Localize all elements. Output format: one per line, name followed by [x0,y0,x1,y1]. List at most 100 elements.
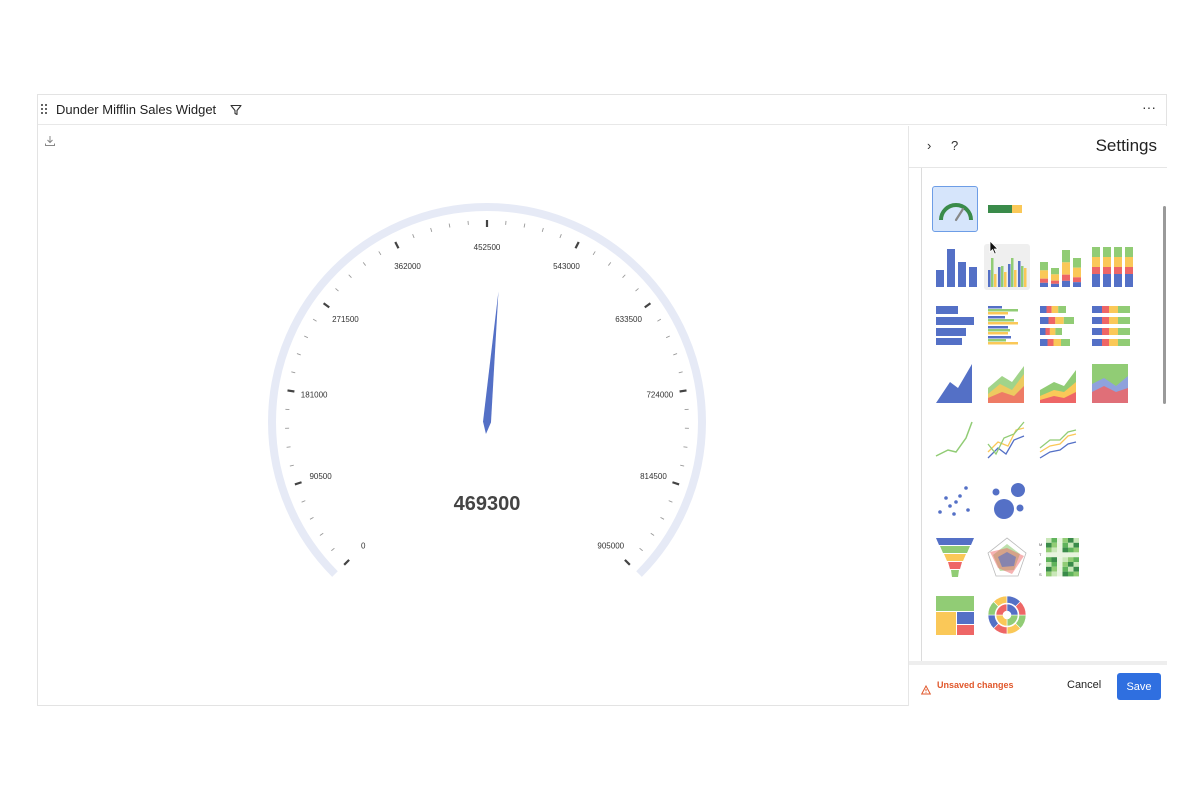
chart-type-scatter-icon[interactable] [932,476,978,522]
chart-type-heatmap-icon[interactable]: MTFS [1036,534,1082,580]
chart-type-treemap-icon[interactable] [932,592,978,638]
gauge-minor-tick [678,371,683,374]
gauge-minor-tick [378,251,382,256]
settings-header: › ? Settings [909,126,1167,168]
gauge-major-tick [679,389,687,393]
chart-type-overlapping-area-icon[interactable] [984,360,1030,406]
gauge-tick-label: 543000 [553,262,580,271]
unsaved-changes-label: Unsaved changes [937,680,1014,690]
gauge-minor-tick [312,318,317,322]
chart-type-stacked-area-100-icon[interactable] [1088,360,1134,406]
chart-type-multi-line-icon[interactable] [984,418,1030,464]
gauge-minor-tick [657,318,662,322]
gauge-minor-tick [683,446,688,448]
gauge-minor-tick [680,464,685,467]
chart-type-stacked-bar-icon[interactable] [1036,302,1082,348]
filter-icon[interactable] [230,103,242,121]
more-options-icon[interactable]: ··· [1142,100,1156,114]
svg-text:S: S [1039,572,1042,577]
gauge-major-tick [343,559,350,566]
widget-title: Dunder Mifflin Sales Widget [56,102,217,117]
gauge-chart: 0 90500 181000 271500 362000 452500 543000 6335… [38,126,908,706]
chart-type-picker: MTFS [921,168,1157,662]
gauge-major-tick [574,241,580,249]
gauge-minor-tick [523,223,526,228]
settings-title: Settings [1095,136,1157,155]
mouse-cursor-icon [989,240,999,260]
drag-handle-icon[interactable] [41,104,47,114]
gauge-minor-tick [286,446,291,448]
chart-type-bubble-icon[interactable] [984,476,1030,522]
gauge-major-tick [672,481,680,486]
gauge-major-tick [322,302,330,309]
chart-type-stacked-bar-100-icon[interactable] [1088,302,1134,348]
gauge-minor-tick [348,274,352,278]
gauge-major-tick [624,559,631,566]
gauge-minor-tick [622,274,626,278]
gauge-tick-label: 452500 [474,243,501,252]
gauge-svg: 0 90500 181000 271500 362000 452500 543000 6335… [268,203,706,577]
settings-footer: Unsaved changes Cancel Save [909,661,1167,706]
chart-type-column-icon[interactable] [932,244,978,290]
chart-type-tile-partial[interactable] [932,168,1042,172]
gauge-tick-label: 181000 [301,391,328,400]
chart-type-stacked-area-icon[interactable] [1036,360,1082,406]
gauge-minor-tick [541,227,544,232]
gauge-minor-tick [559,234,562,239]
gauge-major-tick [644,302,652,309]
gauge-tick-label: 362000 [394,262,421,271]
gauge-minor-tick [639,547,643,552]
gauge-minor-tick [608,262,612,266]
save-button[interactable]: Save [1117,673,1161,700]
chart-type-stacked-line-icon[interactable] [1036,418,1082,464]
gauge-minor-tick [430,227,433,232]
gauge-tick-label: 271500 [332,315,359,324]
chart-type-line-icon[interactable] [932,418,978,464]
help-icon[interactable]: ? [951,138,958,153]
widget-header: Dunder Mifflin Sales Widget ··· [38,95,1166,125]
gauge-minor-tick [673,353,678,356]
gauge-minor-tick [660,516,665,520]
gauge-tick-label: 814500 [640,472,667,481]
chevron-right-icon[interactable]: › [927,138,931,153]
gauge-tick-label: 90500 [309,472,332,481]
settings-panel: › ? Settings MTFS Unsaved changes Cancel… [908,126,1167,706]
cancel-button[interactable]: Cancel [1067,679,1101,691]
gauge-tick-label: 724000 [646,391,673,400]
gauge-minor-tick [301,500,306,503]
warning-icon [920,682,932,700]
chart-type-area-icon[interactable] [932,360,978,406]
chart-type-grouped-bar-icon[interactable] [984,302,1030,348]
chart-type-stacked-column-icon[interactable] [1036,244,1082,290]
gauge-minor-tick [665,335,670,339]
gauge-tick-label: 905000 [597,542,624,551]
chart-type-sunburst-icon[interactable] [984,592,1030,638]
gauge-minor-tick [319,532,324,536]
svg-text:T: T [1039,552,1042,557]
gauge-minor-tick [296,353,301,356]
gauge-major-tick [294,481,302,486]
chart-type-progress-bar-icon[interactable] [984,186,1030,232]
gauge-major-tick [394,241,400,249]
chart-type-bar-icon[interactable] [932,302,978,348]
gauge-minor-tick [650,532,655,536]
svg-text:F: F [1039,562,1042,567]
gauge-needle [483,291,499,434]
gauge-minor-tick [331,547,335,552]
sales-widget: Dunder Mifflin Sales Widget ··· 0 90500 18… [37,94,1167,706]
gauge-minor-tick [635,288,639,292]
gauge-minor-tick [448,223,451,228]
chart-type-gauge-icon[interactable] [932,186,978,232]
settings-scrollbar[interactable] [1163,206,1166,404]
gauge-minor-tick [668,500,673,503]
gauge-minor-tick [304,335,309,339]
chart-type-stacked-column-100-icon[interactable] [1088,244,1134,290]
gauge-tick-label: 633500 [615,315,642,324]
gauge-major-tick [287,389,295,393]
gauge-minor-tick [289,464,294,467]
gauge-value: 469300 [454,493,521,515]
chart-type-funnel-icon[interactable] [932,534,978,580]
svg-text:M: M [1039,542,1042,547]
chart-type-radar-icon[interactable] [984,534,1030,580]
gauge-minor-tick [309,516,314,520]
